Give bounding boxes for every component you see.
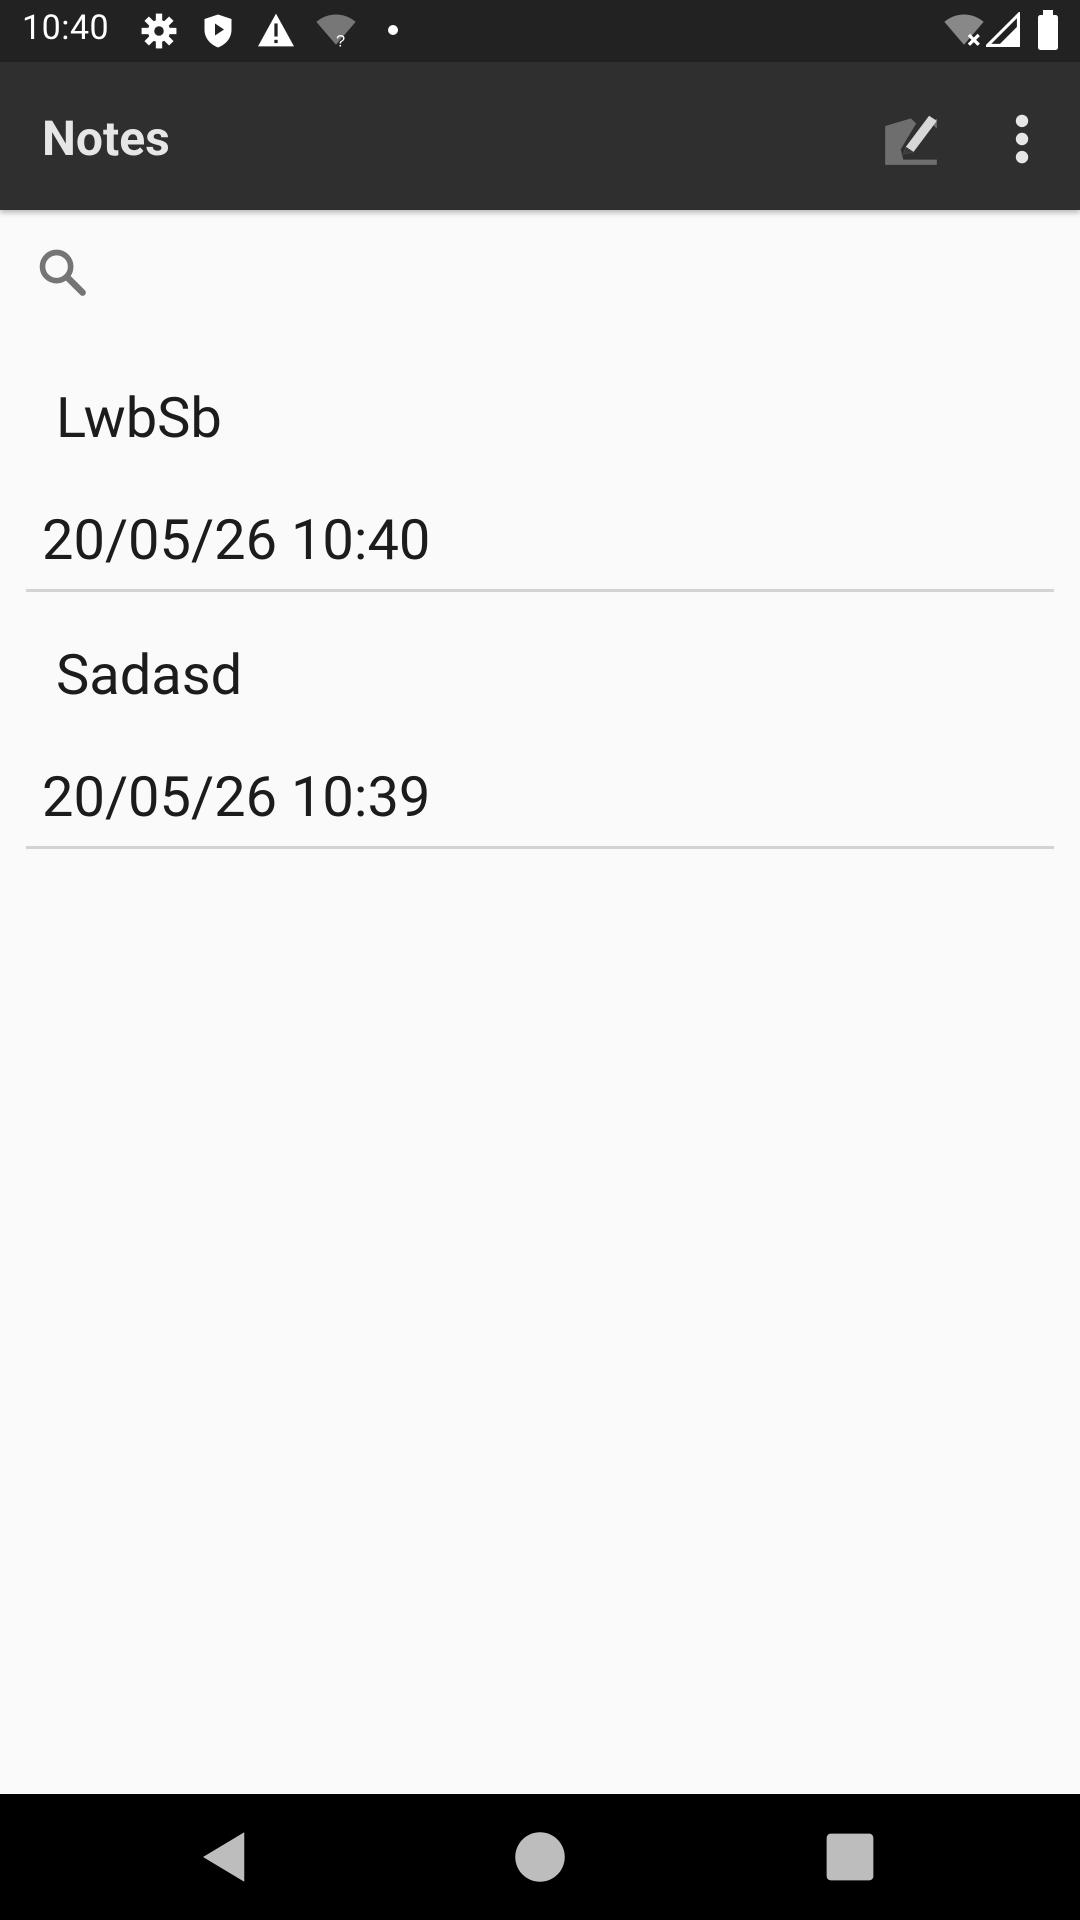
- note-list-item[interactable]: Sadasd 20/05/26 10:39: [0, 612, 1080, 869]
- settings-icon: [140, 12, 178, 54]
- search-input[interactable]: [100, 240, 1044, 306]
- note-list-item[interactable]: LwbSb 20/05/26 10:40: [0, 355, 1080, 612]
- warning-icon: [256, 12, 296, 52]
- note-date: 20/05/26 10:40: [42, 507, 431, 573]
- compose-icon: [885, 115, 937, 165]
- home-button[interactable]: [507, 1824, 573, 1890]
- app-title: Notes: [42, 110, 170, 167]
- shield-icon: [200, 12, 236, 54]
- home-icon: [515, 1832, 565, 1882]
- divider: [26, 846, 1054, 849]
- note-list: LwbSb 20/05/26 10:40 Sadasd 20/05/26 10:…: [0, 355, 1080, 869]
- back-button[interactable]: [192, 1824, 258, 1890]
- status-time: 10:40: [22, 8, 110, 48]
- back-icon: [203, 1832, 245, 1882]
- dot-icon: [386, 22, 400, 41]
- more-vert-icon: [1015, 114, 1029, 164]
- wifi-off-icon: [942, 12, 986, 52]
- wifi-question-icon: ?: [314, 12, 358, 52]
- search-bar: [0, 232, 1080, 312]
- more-options-button[interactable]: [996, 108, 1048, 170]
- battery-icon: [1036, 10, 1060, 54]
- divider: [26, 589, 1054, 592]
- navigation-bar: [0, 1794, 1080, 1920]
- recents-icon: [826, 1833, 874, 1881]
- note-title: LwbSb: [56, 385, 222, 451]
- note-title: Sadasd: [56, 642, 243, 708]
- app-bar: Notes: [0, 62, 1080, 210]
- recents-button[interactable]: [817, 1824, 883, 1890]
- status-bar: 10:40 ?: [0, 0, 1080, 62]
- svg-text:?: ?: [336, 32, 345, 48]
- note-date: 20/05/26 10:39: [42, 764, 431, 830]
- signal-icon: [983, 10, 1020, 52]
- compose-button[interactable]: [880, 108, 942, 170]
- search-icon[interactable]: [36, 246, 88, 298]
